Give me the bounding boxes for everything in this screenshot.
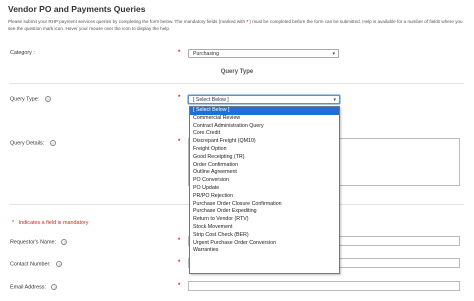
dropdown-option[interactable]: Warranties [190,247,339,255]
mandatory-note-text: Indicates a field is mandatory [18,220,89,226]
query-type-section-title: Query Type [220,69,254,75]
dropdown-option[interactable]: Strip Cost Check (BER) [190,232,339,240]
query-type-label-row: Query Type: ? [10,96,51,102]
dropdown-option[interactable]: Freight Option [190,146,339,154]
category-label: Category : [10,50,35,56]
category-select[interactable]: Purchasing ▾ [188,49,339,58]
intro-part-1: Please submit your RHP payment services … [8,19,246,24]
page-title: Vendor PO and Payments Queries [8,4,146,14]
help-icon[interactable]: ? [56,261,63,267]
dropdown-option[interactable]: Good Receipting (TR) [190,154,339,162]
dropdown-option[interactable]: Order Confirmation [190,162,339,170]
contact-label-row: Contact Number: ? [10,261,63,268]
requestor-required-star: * [178,238,181,244]
help-icon[interactable]: ? [49,140,56,146]
dropdown-option[interactable]: Purchase Order Closure Confirmation [190,201,339,209]
query-details-label: Query Details: [10,140,45,147]
dropdown-option[interactable]: Discrepant Freight (QM10) [190,138,339,146]
dropdown-option[interactable]: PO Update [190,185,339,193]
dropdown-option[interactable]: Return to Vendor (RTV) [190,216,339,224]
section-divider [10,83,464,84]
intro-text: Please submit your RHP payment services … [8,18,468,32]
chevron-down-icon: ▾ [333,97,336,103]
chevron-down-icon: ▾ [332,51,335,57]
dropdown-option[interactable]: PR/PO Rejection [190,193,339,201]
dropdown-option[interactable]: Contract Administration Query [190,123,339,131]
dropdown-option[interactable]: Purchase Order Expediting [190,208,339,216]
dropdown-option[interactable]: Commercial Review [190,115,339,123]
email-label-row: Email Address: ? [10,284,58,291]
dropdown-option[interactable]: [ Select Below ] [190,107,339,115]
requestor-label: Requestor's Name: [10,239,56,246]
help-icon[interactable]: ? [61,239,68,245]
requestor-label-row: Requestor's Name: ? [10,239,68,246]
intro-required-star: * [246,19,249,24]
dropdown-option[interactable]: Urgent Purchase Order Conversion [190,240,339,248]
query-type-dropdown-list[interactable]: [ Select Below ] Commercial Review Contrac… [189,106,340,274]
help-icon[interactable]: ? [44,96,51,102]
mandatory-star: * [12,220,15,226]
help-icon[interactable]: ? [51,284,58,290]
category-select-value: Purchasing [193,51,219,57]
query-type-label: Query Type: [10,96,40,103]
category-required-star: * [178,50,181,56]
email-address-input[interactable] [188,281,460,291]
query-type-select[interactable]: [ Select Below ] ▾ [188,95,340,104]
email-required-star: * [178,283,181,289]
query-type-select-value: [ Select Below ] [193,97,229,103]
mandatory-note: * Indicates a field is mandatory [12,220,88,226]
query-details-required-star: * [178,139,181,145]
query-type-required-star: * [178,95,181,101]
query-details-label-row: Query Details: ? [10,140,56,146]
dropdown-option[interactable]: PO Conversion [190,177,339,185]
contact-required-star: * [178,260,181,266]
dropdown-option[interactable]: Outline Agreement [190,169,339,177]
dropdown-option[interactable]: Core Credit [190,130,339,138]
contact-label: Contact Number: [10,261,51,268]
dropdown-option[interactable]: Stock Movement [190,224,339,232]
email-label: Email Address: [10,284,46,291]
